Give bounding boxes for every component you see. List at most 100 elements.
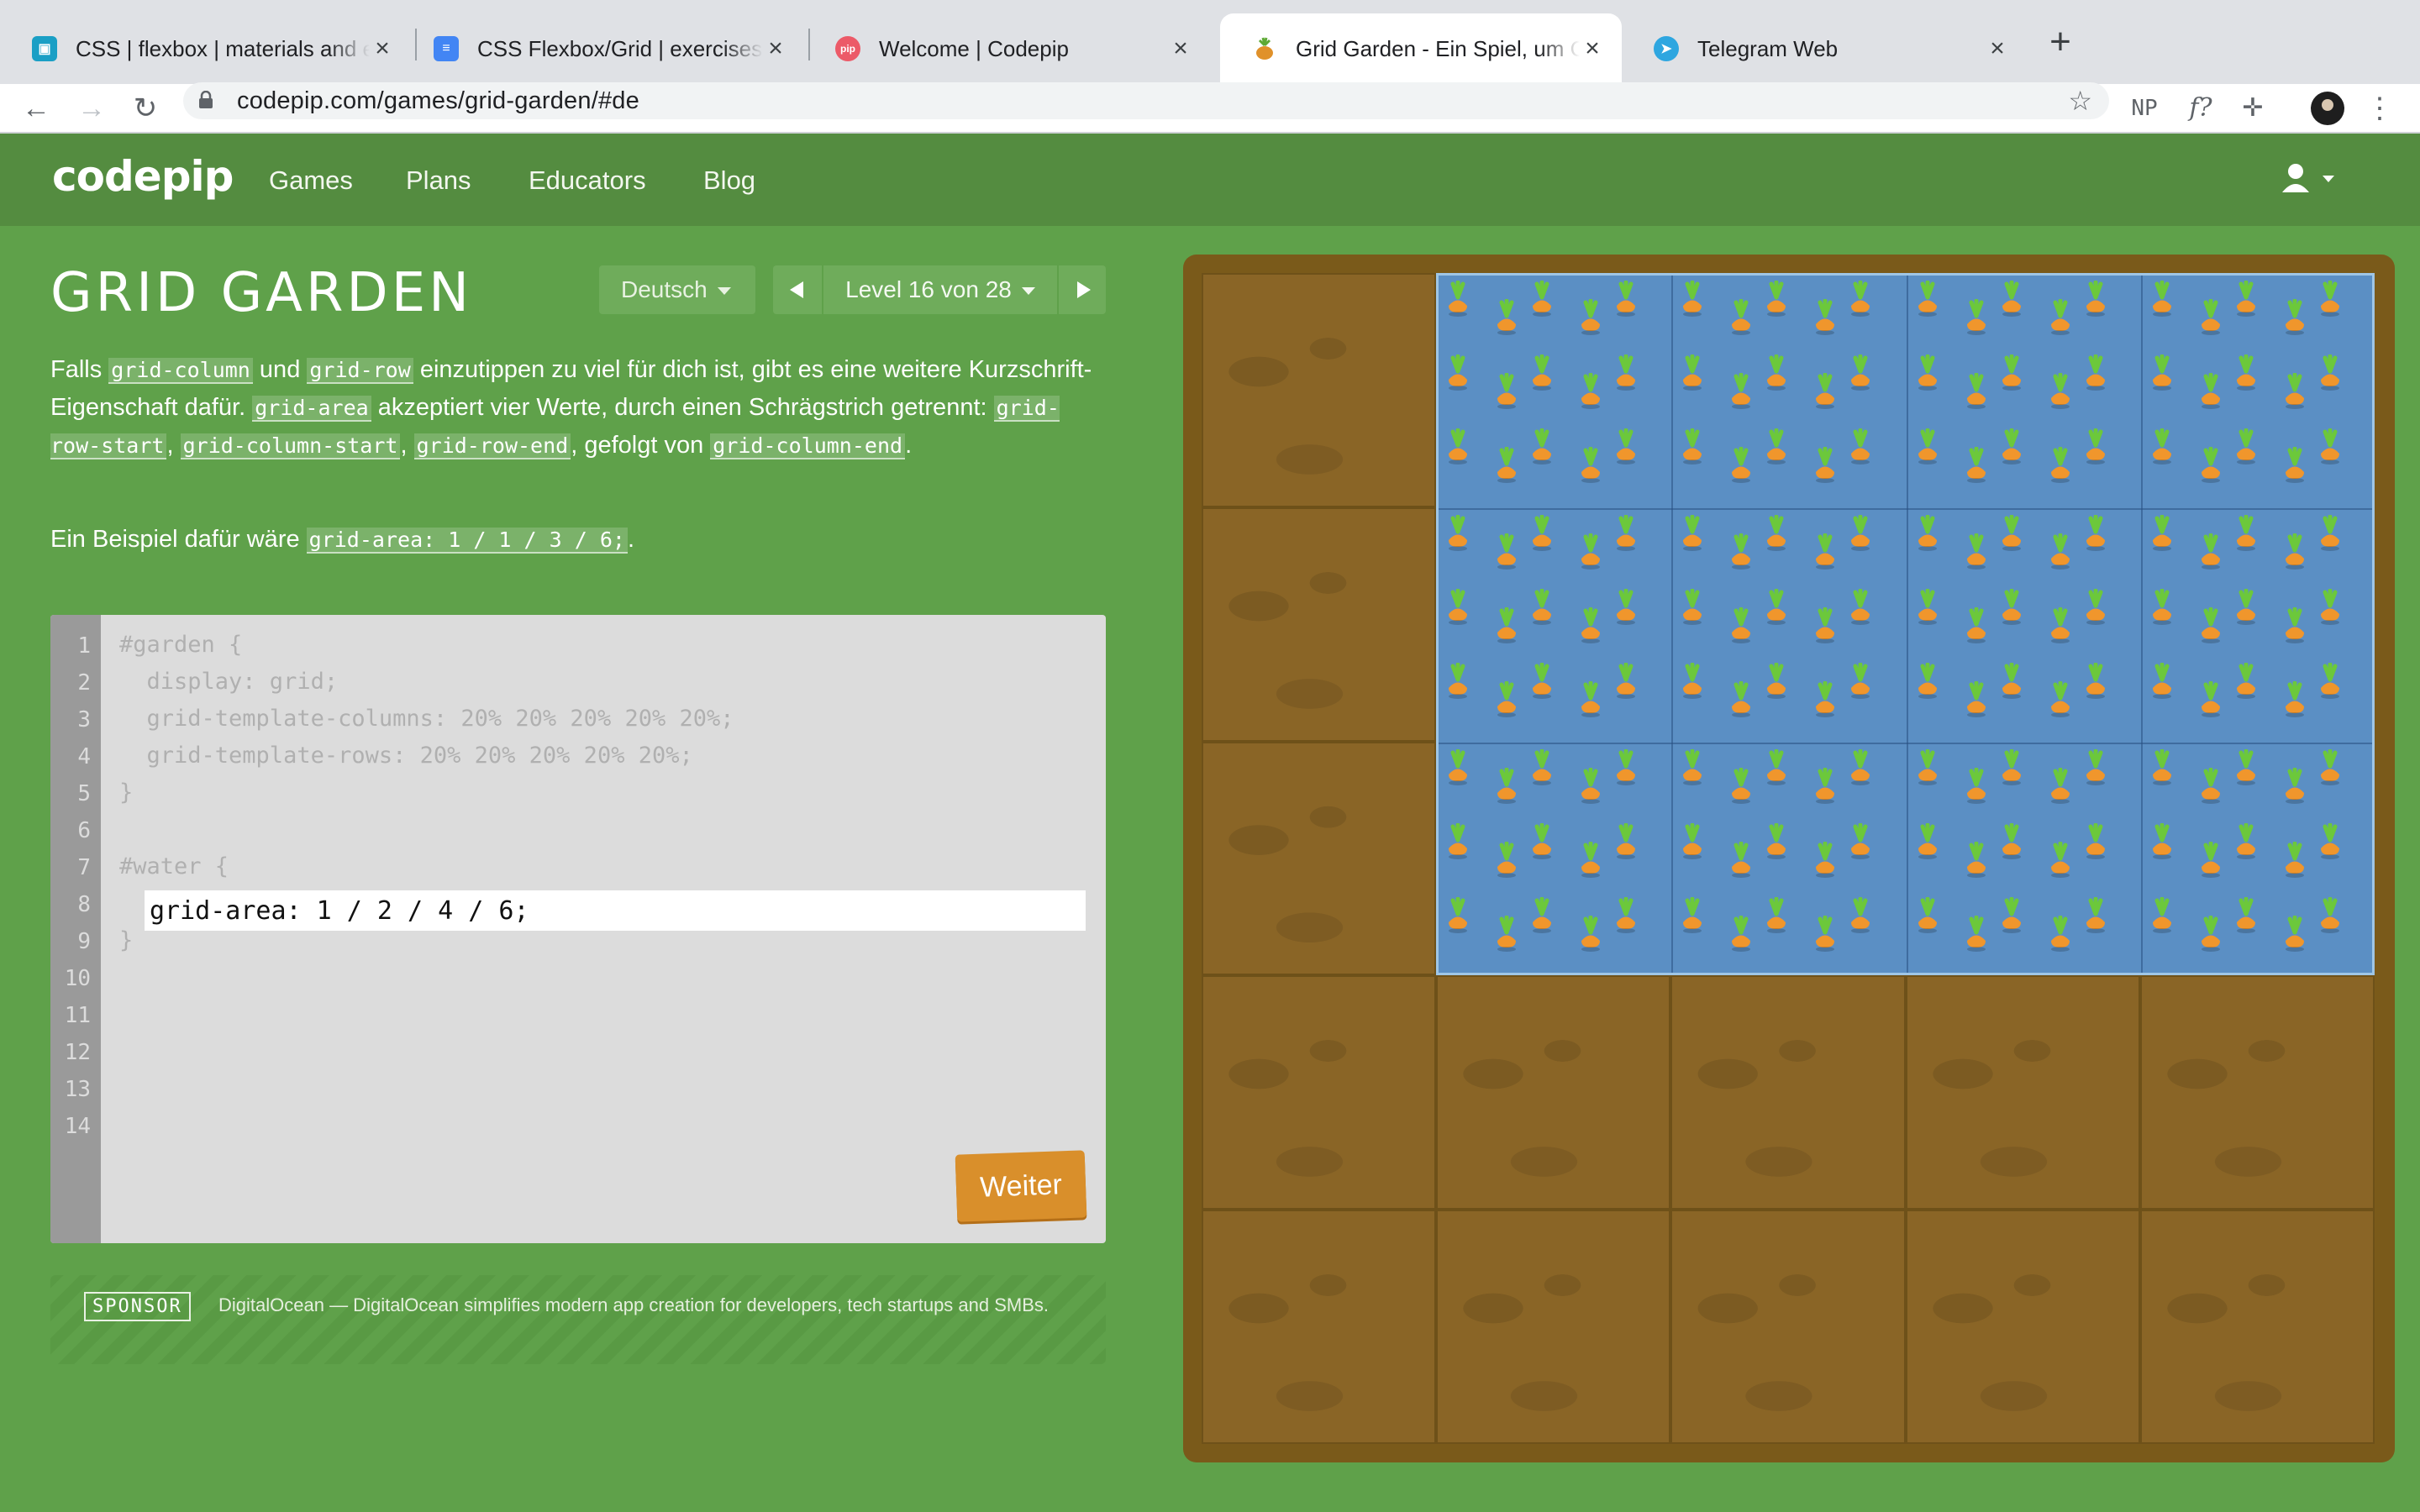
extension-measure-icon[interactable]: ✛ <box>2232 84 2274 133</box>
carrot-icon <box>2282 446 2307 484</box>
carrot-icon <box>1728 606 1754 644</box>
close-icon[interactable]: × <box>1985 34 2010 63</box>
carrot-icon <box>1494 372 1519 410</box>
carrot-icon <box>1578 298 1603 336</box>
close-icon[interactable]: × <box>370 34 395 63</box>
carrot-icon <box>1999 428 2024 465</box>
carrot-icon <box>2083 662 2108 700</box>
text: , <box>166 432 181 459</box>
instructions-text: Falls grid-column und grid-row einzutipp… <box>50 351 1092 465</box>
line-number: 7 <box>77 855 91 880</box>
carrot-icon <box>1999 822 2024 860</box>
carrot-icon <box>2083 354 2108 391</box>
tab-codepip-welcome[interactable]: pip Welcome | Codepip × <box>803 13 1210 84</box>
carrot-icon <box>1764 354 1789 391</box>
carrot-icon <box>1613 896 1639 934</box>
close-icon[interactable]: × <box>1168 34 1193 63</box>
carrot-icon <box>1848 822 1873 860</box>
carrot-icon <box>1812 680 1838 718</box>
carrot-icon <box>1964 841 1989 879</box>
back-icon[interactable]: ← <box>15 84 57 133</box>
carrot-icon <box>2233 588 2259 626</box>
soil-cell <box>1436 1210 1671 1444</box>
bookmark-star-icon[interactable]: ☆ <box>2068 82 2092 119</box>
carrot-icon <box>2282 841 2307 879</box>
tab-flexbox-exercises[interactable]: ≡ CSS Flexbox/Grid | exercises | Google … <box>402 13 805 84</box>
carrot-icon <box>1964 372 1989 410</box>
carrot-icon <box>1848 588 1873 626</box>
soil-cell <box>1670 1210 1906 1444</box>
code-term: grid-column <box>108 358 253 384</box>
lock-icon <box>199 91 213 108</box>
carrot-icon <box>1764 662 1789 700</box>
line-number: 12 <box>64 1040 91 1065</box>
css-input-box[interactable] <box>145 890 1086 931</box>
sponsor-badge: SPONSOR <box>84 1292 191 1321</box>
nav-plans[interactable]: Plans <box>406 165 471 196</box>
carrot-icon <box>2317 514 2343 552</box>
carrot-icon <box>1764 588 1789 626</box>
tab-telegram[interactable]: ➤ Telegram Web × <box>1622 13 2027 84</box>
carrot-icon <box>1728 372 1754 410</box>
url-text: codepip.com/games/grid-garden/#de <box>237 87 639 114</box>
soil-cell <box>1670 975 1906 1210</box>
nav-games[interactable]: Games <box>269 165 353 196</box>
carrot-icon <box>1578 533 1603 570</box>
carrot-icon <box>1999 280 2024 318</box>
carrot-icon <box>1728 446 1754 484</box>
carrot-icon <box>2317 428 2343 465</box>
codepip-logo[interactable]: codepip <box>52 152 234 201</box>
next-button[interactable]: Weiter <box>955 1150 1087 1222</box>
reload-icon[interactable]: ↻ <box>124 84 166 133</box>
carrot-icon <box>2282 298 2307 336</box>
code-term: grid-row <box>307 358 413 384</box>
carrot-icon <box>1764 428 1789 465</box>
close-icon[interactable]: × <box>763 34 788 63</box>
carrot-icon <box>1494 533 1519 570</box>
carrot-icon <box>1848 354 1873 391</box>
extension-fonts-icon[interactable]: f? <box>2180 84 2222 133</box>
carrot-icon <box>2198 606 2223 644</box>
sponsor-text[interactable]: DigitalOcean — DigitalOcean simplifies m… <box>218 1290 1059 1320</box>
carrot-icon <box>2317 822 2343 860</box>
carrot-icon <box>2149 514 2175 552</box>
sponsor-banner[interactable]: SPONSOR DigitalOcean — DigitalOcean simp… <box>50 1275 1106 1364</box>
carrot-icon <box>2198 680 2223 718</box>
text: Ein Beispiel dafür wäre <box>50 526 307 553</box>
carrot-icon <box>2149 748 2175 786</box>
carrot-icon <box>1848 514 1873 552</box>
extension-np-icon[interactable]: NP <box>2126 84 2163 133</box>
address-bar[interactable]: codepip.com/games/grid-garden/#de ☆ <box>183 82 2109 119</box>
css-input[interactable] <box>150 890 1074 931</box>
carrot-icon <box>2083 822 2108 860</box>
soil-cell <box>1436 975 1671 1210</box>
carrot-icon <box>1728 767 1754 805</box>
profile-avatar[interactable] <box>2309 84 2346 133</box>
line-number: 14 <box>64 1114 91 1139</box>
carrot-icon <box>1764 280 1789 318</box>
chrome-menu-icon[interactable]: ⋮ <box>2363 84 2396 133</box>
carrot-icon <box>1494 841 1519 879</box>
carrot-icon <box>1578 606 1603 644</box>
carrot-icon <box>2317 280 2343 318</box>
carrot-icon <box>1680 896 1705 934</box>
carrot-icon <box>1964 533 1989 570</box>
level-select[interactable]: Level 16 von 28 <box>823 265 1057 314</box>
carrot-icon <box>1529 588 1555 626</box>
new-tab-button[interactable]: + <box>2037 18 2084 66</box>
forward-icon[interactable]: → <box>71 84 113 133</box>
carrot-icon <box>1529 822 1555 860</box>
tab-grid-garden[interactable]: Grid Garden - Ein Spiel, um CSS Grid zu … <box>1220 13 1622 84</box>
nav-educators[interactable]: Educators <box>529 165 646 196</box>
close-icon[interactable]: × <box>1580 34 1605 63</box>
language-select[interactable]: Deutsch <box>599 265 755 314</box>
carrot-icon <box>2083 748 2108 786</box>
previous-level-button[interactable] <box>773 265 822 314</box>
tab-flexbox-materials[interactable]: ▣ CSS | flexbox | materials and exercise… <box>0 13 412 84</box>
carrot-icon <box>1915 662 1940 700</box>
nav-blog[interactable]: Blog <box>703 165 755 196</box>
next-level-button[interactable] <box>1059 265 1106 314</box>
user-menu-button[interactable] <box>2282 162 2343 196</box>
carrot-icon <box>1613 588 1639 626</box>
line-number: 11 <box>64 1003 91 1028</box>
